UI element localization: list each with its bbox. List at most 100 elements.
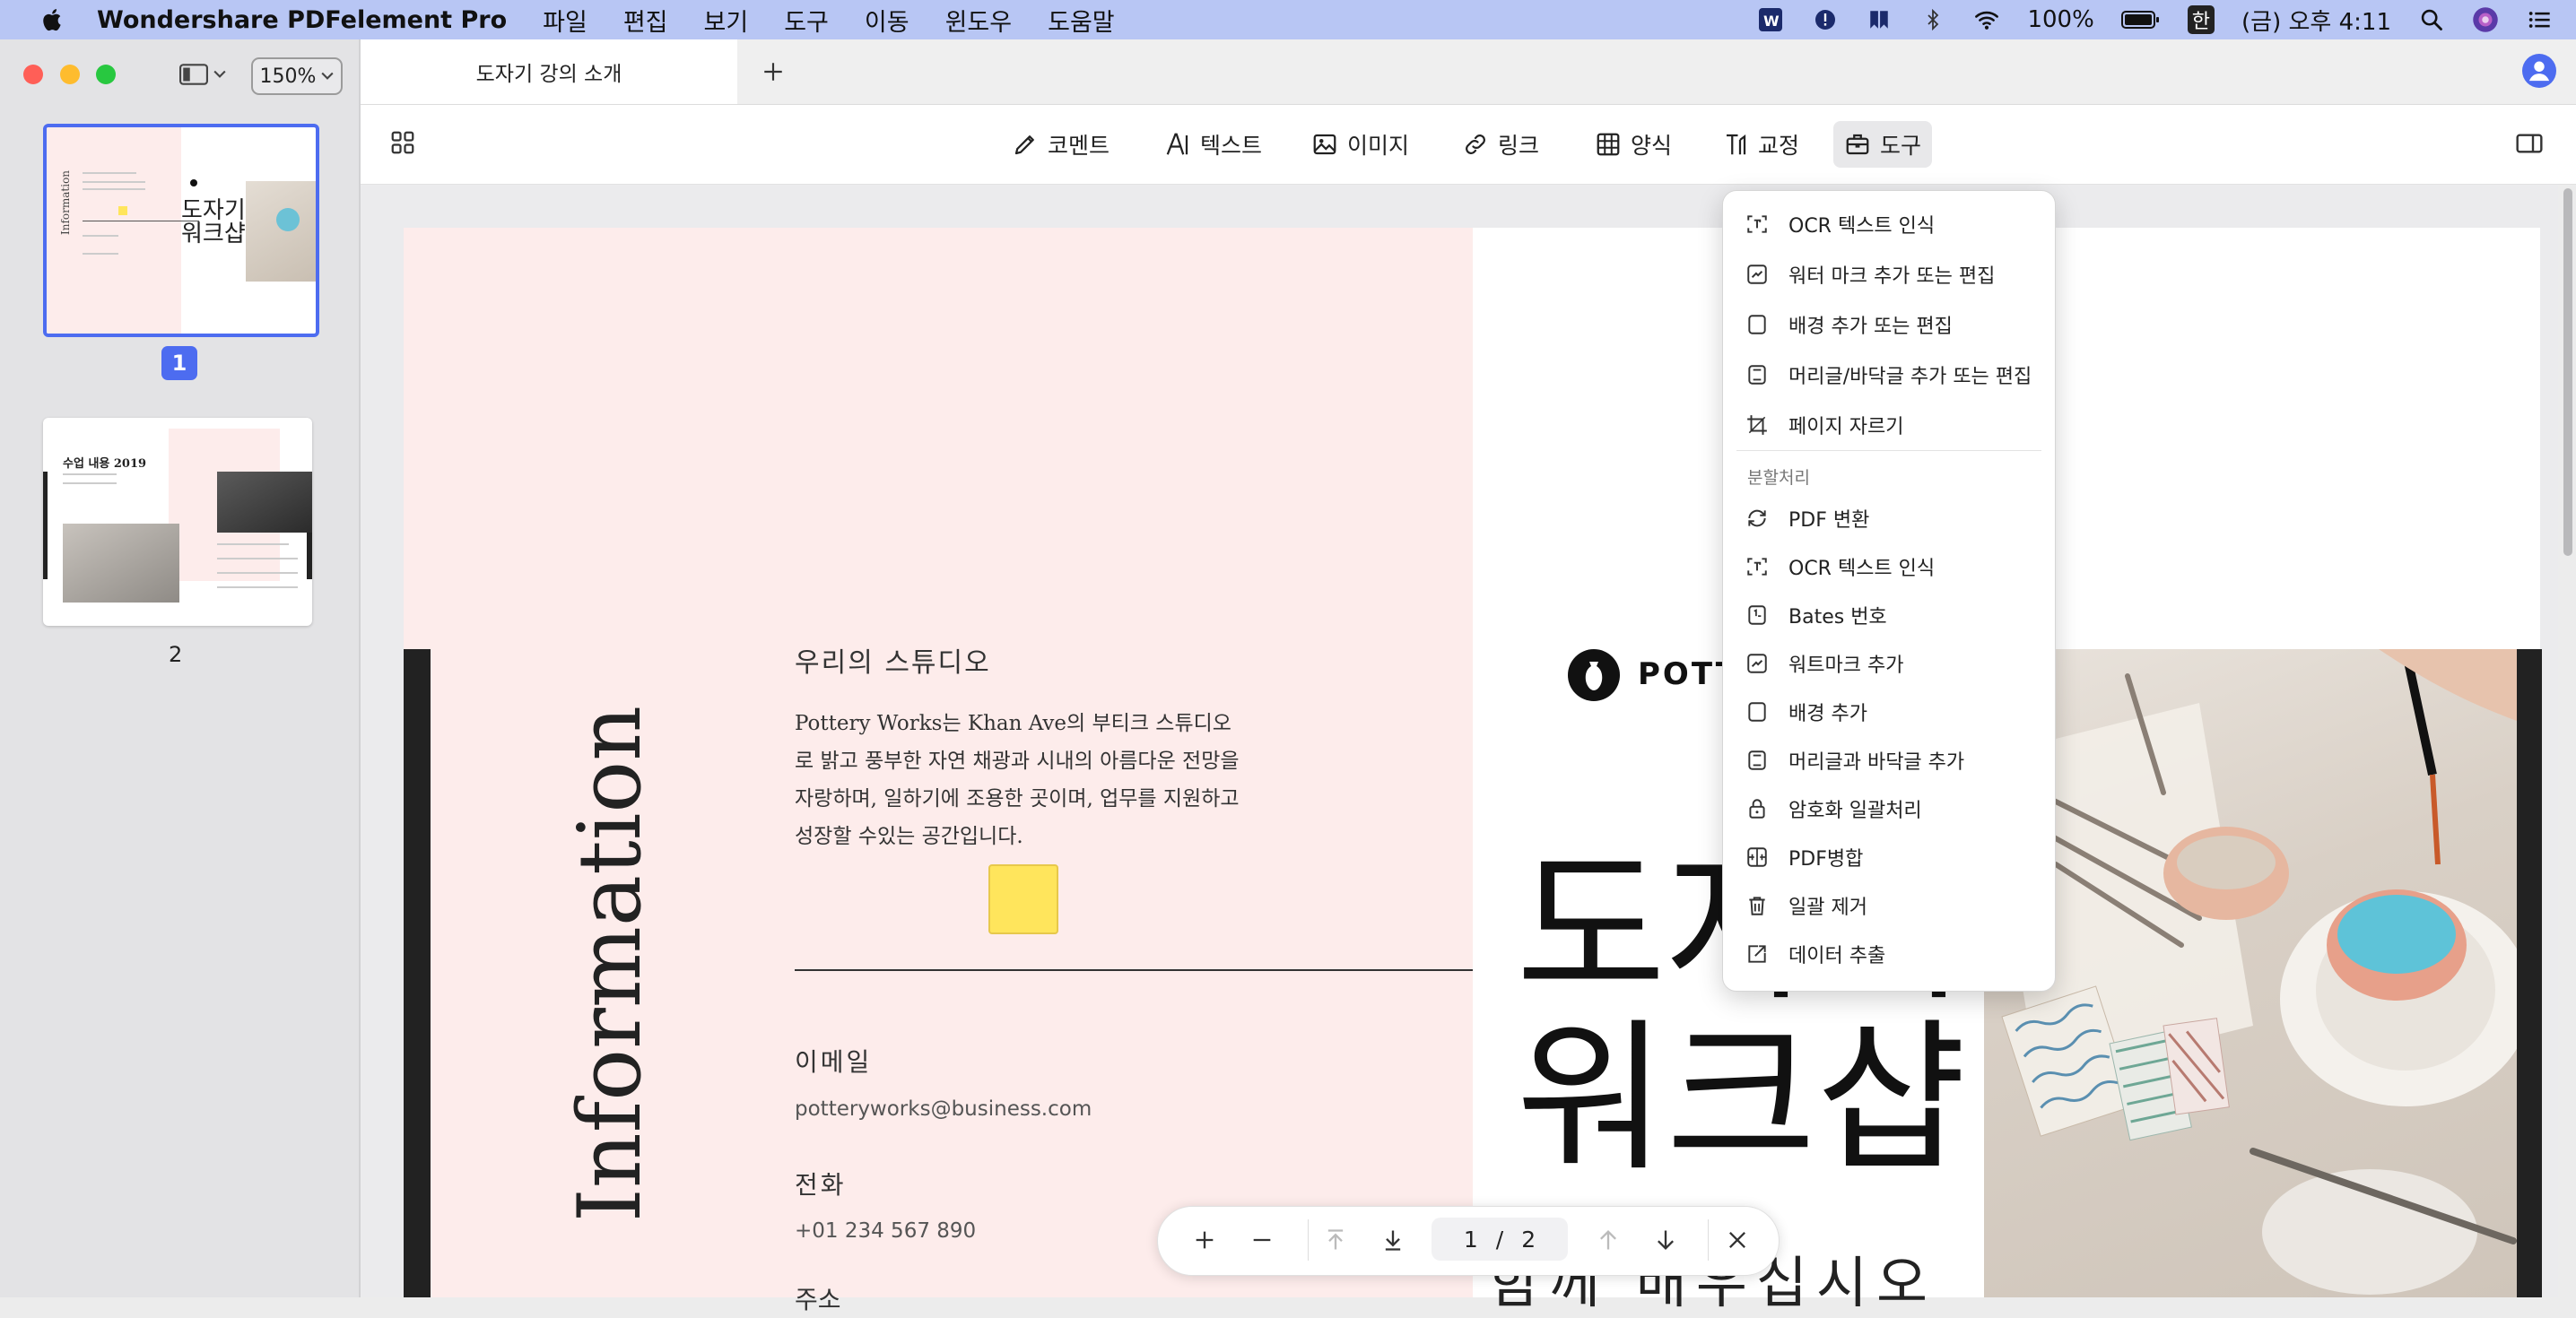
zoom-in-button[interactable] bbox=[1184, 1219, 1225, 1261]
page-number-1: 1 bbox=[161, 346, 197, 380]
toolbar-comment-button[interactable]: 코멘트 bbox=[1001, 121, 1120, 168]
sidebar-layout-button[interactable] bbox=[179, 59, 233, 90]
menu-item-watermark-edit[interactable]: 워터 마크 추가 또는 편집 bbox=[1745, 253, 1995, 296]
image-icon bbox=[1313, 134, 1336, 155]
toolbar-form-button[interactable]: 양식 bbox=[1584, 121, 1683, 168]
account-avatar[interactable] bbox=[2522, 54, 2556, 88]
menu-go[interactable]: 이동 bbox=[865, 3, 909, 38]
toolbar-image-button[interactable]: 이미지 bbox=[1301, 121, 1420, 168]
window-close-button[interactable] bbox=[23, 65, 43, 84]
pen-icon bbox=[1014, 135, 1034, 155]
page-black-border-right bbox=[2517, 649, 2542, 1297]
table-icon bbox=[1597, 133, 1620, 156]
grid-icon bbox=[391, 131, 414, 154]
menu-item-batch-background[interactable]: 배경 추가 bbox=[1745, 690, 1867, 733]
menu-item-ocr[interactable]: OCR 텍스트 인식 bbox=[1745, 203, 1935, 246]
toolbar-link-button[interactable]: 링크 bbox=[1451, 121, 1550, 168]
pdfelement-status-icon[interactable]: W bbox=[1758, 6, 1785, 33]
menu-item-label: 머리글과 바닥글 추가 bbox=[1788, 751, 1965, 774]
previous-page-button[interactable] bbox=[1588, 1219, 1629, 1261]
address-label: 주소 bbox=[795, 1285, 841, 1314]
menu-item-background-edit[interactable]: 배경 추가 또는 편집 bbox=[1745, 303, 1953, 346]
info-status-icon[interactable] bbox=[1812, 6, 1839, 33]
control-center-icon[interactable] bbox=[2526, 6, 2553, 33]
menu-item-batch-ocr[interactable]: OCR 텍스트 인식 bbox=[1745, 545, 1935, 588]
menu-item-label: 페이지 자르기 bbox=[1788, 416, 1904, 438]
nav-divider bbox=[1708, 1219, 1709, 1261]
input-method-indicator[interactable]: 한 bbox=[2187, 5, 2215, 34]
menu-file[interactable]: 파일 bbox=[543, 3, 587, 38]
siri-icon[interactable] bbox=[2472, 6, 2499, 33]
toolbar-text-button[interactable]: 텍스트 bbox=[1153, 121, 1273, 168]
first-page-button[interactable] bbox=[1315, 1219, 1356, 1261]
menu-tools[interactable]: 도구 bbox=[784, 3, 829, 38]
bookmark-app-icon[interactable] bbox=[1866, 6, 1893, 33]
plus-icon bbox=[764, 63, 782, 81]
window-zoom-button[interactable] bbox=[96, 65, 116, 84]
toolbar-image-label: 이미지 bbox=[1347, 133, 1410, 159]
menu-item-batch-remove[interactable]: 일괄 제거 bbox=[1745, 884, 1867, 927]
toolbar-link-label: 링크 bbox=[1498, 133, 1540, 159]
battery-icon[interactable] bbox=[2120, 6, 2161, 33]
page-number-field[interactable]: 1 / 2 bbox=[1432, 1218, 1568, 1261]
close-navigation-button[interactable] bbox=[1717, 1219, 1758, 1261]
current-page[interactable]: 1 bbox=[1464, 1227, 1478, 1253]
link-icon bbox=[1466, 134, 1485, 154]
merge-icon bbox=[1747, 847, 1767, 867]
menu-item-extract-data[interactable]: 데이터 추출 bbox=[1745, 932, 1885, 975]
minus-icon bbox=[1253, 1238, 1271, 1242]
total-pages: 2 bbox=[1521, 1226, 1536, 1253]
toolbar-tools-button[interactable]: 도구 bbox=[1833, 121, 1933, 168]
menu-edit[interactable]: 편집 bbox=[623, 3, 668, 38]
zoom-select[interactable]: 150% bbox=[251, 57, 343, 95]
document-tab[interactable]: 도자기 강의 소개 bbox=[361, 39, 737, 104]
last-page-button[interactable] bbox=[1372, 1219, 1414, 1261]
close-icon bbox=[1729, 1232, 1745, 1248]
page-thumbnail-1[interactable]: Information 도자기 워크샵 bbox=[43, 124, 319, 337]
menu-item-batch-watermark[interactable]: 워트마크 추가 bbox=[1745, 642, 1903, 685]
text-icon bbox=[1166, 133, 1188, 155]
menu-item-label: PDF 변환 bbox=[1788, 509, 1870, 532]
menu-view[interactable]: 보기 bbox=[704, 3, 749, 38]
vertical-scrollbar[interactable] bbox=[2563, 188, 2572, 556]
spotlight-search-icon[interactable] bbox=[2418, 6, 2445, 33]
menu-item-header-footer-edit[interactable]: 머리글/바닥글 추가 또는 편집 bbox=[1745, 353, 2032, 396]
app-name-menu[interactable]: Wondershare PDFelement Pro bbox=[97, 6, 507, 34]
window-minimize-button[interactable] bbox=[60, 65, 80, 84]
page-thumbnail-2[interactable]: 수업 내용 2019 bbox=[43, 418, 312, 626]
grid-view-button[interactable] bbox=[389, 129, 423, 163]
phone-label: 전화 bbox=[795, 1170, 847, 1200]
zoom-out-button[interactable] bbox=[1241, 1219, 1283, 1261]
wifi-icon[interactable] bbox=[1973, 6, 2000, 33]
battery-percent[interactable]: 100% bbox=[2027, 6, 2093, 33]
toolbox-icon bbox=[1846, 134, 1869, 155]
toolbar-correct-button[interactable]: 교정 bbox=[1711, 121, 1810, 168]
menu-item-batch-convert[interactable]: PDF 변환 bbox=[1745, 497, 1869, 540]
new-tab-button[interactable] bbox=[753, 52, 793, 91]
apple-icon[interactable] bbox=[39, 6, 66, 33]
bluetooth-icon[interactable] bbox=[1919, 6, 1946, 33]
menu-item-batch-header-footer[interactable]: 머리글과 바닥글 추가 bbox=[1745, 739, 1964, 782]
menu-item-bates-number[interactable]: Bates 번호 bbox=[1745, 594, 1887, 637]
chevron-down-icon bbox=[213, 70, 226, 78]
menu-item-label: PDF병합 bbox=[1788, 848, 1864, 871]
nav-divider bbox=[1308, 1219, 1309, 1261]
right-panel-toggle[interactable] bbox=[2515, 129, 2549, 163]
next-page-button[interactable] bbox=[1645, 1219, 1686, 1261]
menu-item-batch-encrypt[interactable]: 암호화 일괄처리 bbox=[1745, 787, 1922, 830]
menu-item-crop-page[interactable]: 페이지 자르기 bbox=[1745, 403, 1903, 447]
menu-item-label: 배경 추가 bbox=[1788, 703, 1867, 725]
menu-item-merge-pdf[interactable]: PDF병합 bbox=[1745, 836, 1863, 879]
menu-item-label: 일괄 제거 bbox=[1788, 897, 1867, 919]
sticky-note-annotation[interactable] bbox=[988, 864, 1058, 934]
menubar-clock[interactable]: (금) 오후 4:11 bbox=[2241, 4, 2391, 37]
last-page-icon bbox=[1385, 1230, 1401, 1251]
section-divider bbox=[795, 969, 1473, 971]
email-label: 이메일 bbox=[795, 1047, 873, 1077]
menu-separator bbox=[1736, 450, 2041, 451]
bates-icon bbox=[1748, 605, 1766, 625]
menu-window[interactable]: 윈도우 bbox=[945, 3, 1013, 38]
phone-value: +01 234 567 890 bbox=[795, 1219, 977, 1243]
menu-help[interactable]: 도움말 bbox=[1048, 3, 1115, 38]
sidebar-layout-icon bbox=[179, 64, 208, 85]
